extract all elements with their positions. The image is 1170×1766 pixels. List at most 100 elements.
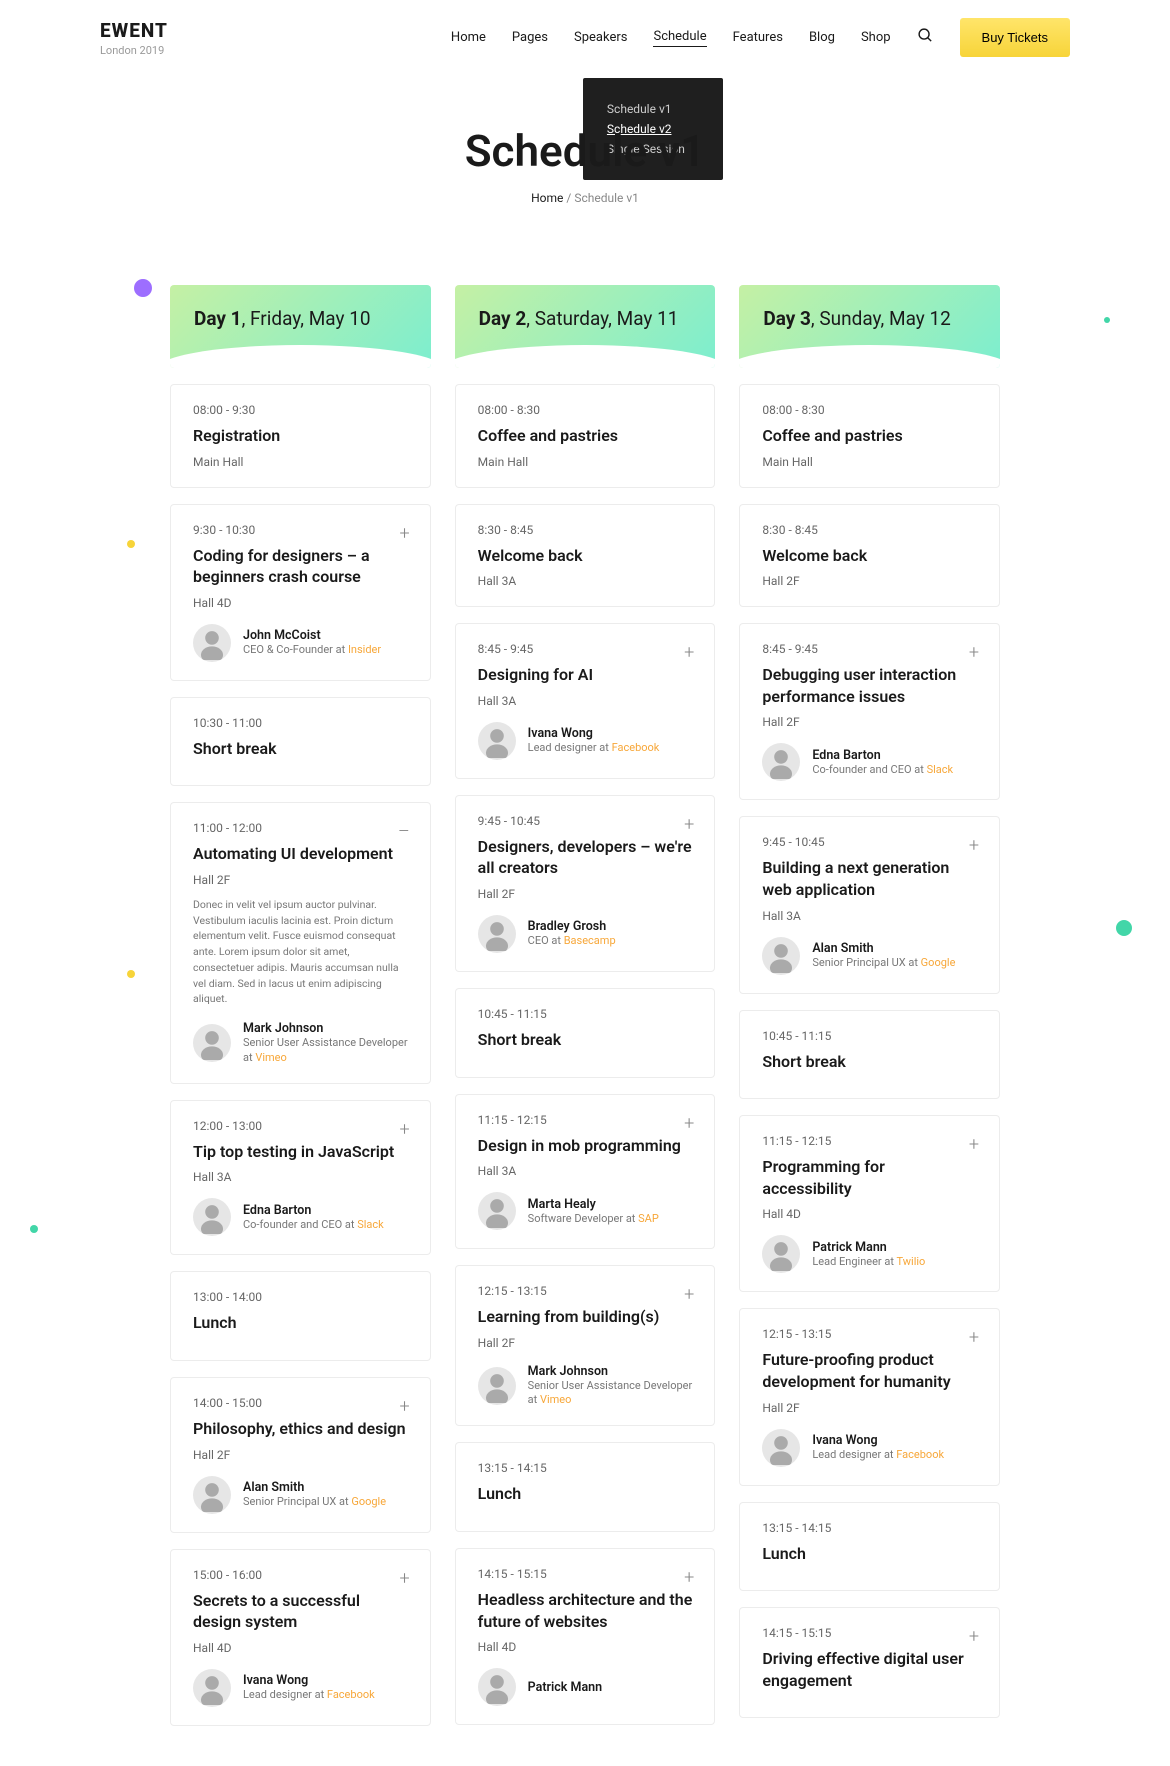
breadcrumb: Home / Schedule v1: [0, 191, 1170, 205]
expand-icon[interactable]: +: [969, 835, 979, 856]
session-location: Main Hall: [762, 455, 977, 469]
session-location: Main Hall: [193, 455, 408, 469]
session-card: 10:45 - 11:15Short break: [739, 1010, 1000, 1100]
session-card: 11:15 - 12:15Design in mob programmingHa…: [455, 1094, 716, 1250]
speaker-role: Lead designer at Facebook: [243, 1688, 375, 1702]
session-time: 08:00 - 8:30: [762, 403, 977, 417]
expand-icon[interactable]: +: [969, 642, 979, 663]
expand-icon[interactable]: +: [684, 1113, 694, 1134]
breadcrumb-home[interactable]: Home: [531, 191, 563, 205]
session-location: Main Hall: [478, 455, 693, 469]
session-location: Hall 2F: [762, 1401, 977, 1415]
nav-blog[interactable]: Blog: [809, 30, 835, 45]
decor-dot: [127, 970, 135, 978]
speaker: Marta HealySoftware Developer at SAP: [478, 1192, 693, 1230]
session-time: 11:00 - 12:00: [193, 821, 408, 835]
day-label: Day 1, Friday, May 10: [194, 307, 407, 330]
logo[interactable]: EWENT London 2019: [100, 19, 168, 57]
session-card: 9:45 - 10:45Building a next generation w…: [739, 816, 1000, 993]
session-card: 8:30 - 8:45Welcome backHall 3A: [455, 504, 716, 608]
session-time: 08:00 - 8:30: [478, 403, 693, 417]
speaker-name: John McCoist: [243, 628, 381, 643]
session-time: 8:45 - 9:45: [762, 642, 977, 656]
session-location: Hall 2F: [478, 1336, 693, 1350]
avatar: [762, 937, 800, 975]
speaker: Patrick MannLead Engineer at Twilio: [762, 1235, 977, 1273]
nav-home[interactable]: Home: [451, 30, 486, 45]
nav-pages[interactable]: Pages: [512, 30, 548, 45]
speaker: Bradley GroshCEO at Basecamp: [478, 915, 693, 953]
speaker: Edna BartonCo-founder and CEO at Slack: [762, 743, 977, 781]
speaker-company[interactable]: Insider: [348, 643, 381, 656]
expand-icon[interactable]: +: [969, 1626, 979, 1647]
schedule-grid: Day 1, Friday, May 1008:00 - 9:30Registr…: [0, 245, 1170, 1766]
speaker-company[interactable]: Google: [351, 1495, 386, 1508]
session-title: Automating UI development: [193, 843, 408, 865]
speaker-company[interactable]: Slack: [927, 763, 954, 776]
speaker-role: Lead Engineer at Twilio: [812, 1255, 925, 1269]
speaker-company[interactable]: Facebook: [896, 1448, 944, 1461]
session-location: Hall 2F: [762, 715, 977, 729]
speaker-name: Patrick Mann: [812, 1240, 925, 1255]
session-time: 12:15 - 13:15: [762, 1327, 977, 1341]
session-title: Driving effective digital user engagemen…: [762, 1648, 977, 1691]
speaker-name: Edna Barton: [243, 1203, 384, 1218]
expand-icon[interactable]: +: [684, 642, 694, 663]
nav-schedule[interactable]: Schedule: [653, 29, 706, 47]
session-title: Short break: [193, 738, 408, 760]
expand-icon[interactable]: +: [969, 1134, 979, 1155]
decor-dot: [127, 540, 135, 548]
speaker: Ivana WongLead designer at Facebook: [193, 1669, 408, 1707]
expand-icon[interactable]: +: [400, 1396, 410, 1417]
session-card: 12:00 - 13:00Tip top testing in JavaScri…: [170, 1100, 431, 1256]
speaker-role: Software Developer at SAP: [528, 1212, 659, 1226]
page-title: Schedule v1: [465, 125, 706, 177]
main-nav: Home Pages Speakers Schedule Features Bl…: [451, 18, 1070, 57]
expand-icon[interactable]: +: [400, 1568, 410, 1589]
expand-icon[interactable]: +: [969, 1327, 979, 1348]
speaker-role: Senior Principal UX at Google: [812, 956, 955, 970]
speaker: John McCoistCEO & Co-Founder at Insider: [193, 624, 408, 662]
session-title: Coffee and pastries: [478, 425, 693, 447]
session-location: Hall 2F: [478, 887, 693, 901]
expand-icon[interactable]: +: [684, 1567, 694, 1588]
session-title: Short break: [762, 1051, 977, 1073]
expand-icon[interactable]: +: [400, 1119, 410, 1140]
session-title: Lunch: [762, 1543, 977, 1565]
session-card: 12:15 - 13:15Learning from building(s)Ha…: [455, 1265, 716, 1426]
session-time: 8:45 - 9:45: [478, 642, 693, 656]
expand-icon[interactable]: –: [398, 821, 410, 842]
speaker-company[interactable]: Facebook: [612, 741, 660, 754]
expand-icon[interactable]: +: [400, 523, 410, 544]
speaker-company[interactable]: Twilio: [897, 1255, 926, 1268]
buy-tickets-button[interactable]: Buy Tickets: [960, 18, 1070, 57]
speaker: Edna BartonCo-founder and CEO at Slack: [193, 1198, 408, 1236]
expand-icon[interactable]: +: [684, 814, 694, 835]
session-time: 11:15 - 12:15: [478, 1113, 693, 1127]
session-title: Debugging user interaction performance i…: [762, 664, 977, 707]
search-icon[interactable]: [917, 27, 934, 48]
speaker-company[interactable]: Google: [921, 956, 956, 969]
speaker-company[interactable]: Slack: [357, 1218, 384, 1231]
expand-icon[interactable]: +: [684, 1284, 694, 1305]
nav-speakers[interactable]: Speakers: [574, 30, 627, 45]
speaker-company[interactable]: Vimeo: [540, 1393, 571, 1406]
session-card: 8:30 - 8:45Welcome backHall 2F: [739, 504, 1000, 608]
session-card: 10:30 - 11:00Short break: [170, 697, 431, 787]
nav-features[interactable]: Features: [733, 30, 783, 45]
dropdown-schedule-v1[interactable]: Schedule v1: [607, 102, 699, 116]
speaker-role: Senior Principal UX at Google: [243, 1495, 386, 1509]
speaker-company[interactable]: Facebook: [327, 1688, 375, 1701]
speaker-company[interactable]: Basecamp: [564, 934, 616, 947]
session-description: Donec in velit vel ipsum auctor pulvinar…: [193, 897, 408, 1007]
avatar: [193, 624, 231, 662]
speaker-name: Ivana Wong: [812, 1433, 944, 1448]
speaker-company[interactable]: Vimeo: [255, 1051, 286, 1064]
session-location: Hall 3A: [478, 1164, 693, 1178]
speaker-company[interactable]: SAP: [638, 1212, 659, 1225]
breadcrumb-current: Schedule v1: [574, 191, 639, 205]
nav-shop[interactable]: Shop: [861, 30, 891, 45]
session-title: Coffee and pastries: [762, 425, 977, 447]
session-card: 14:00 - 15:00Philosophy, ethics and desi…: [170, 1377, 431, 1533]
session-card: 9:45 - 10:45Designers, developers – we'r…: [455, 795, 716, 972]
